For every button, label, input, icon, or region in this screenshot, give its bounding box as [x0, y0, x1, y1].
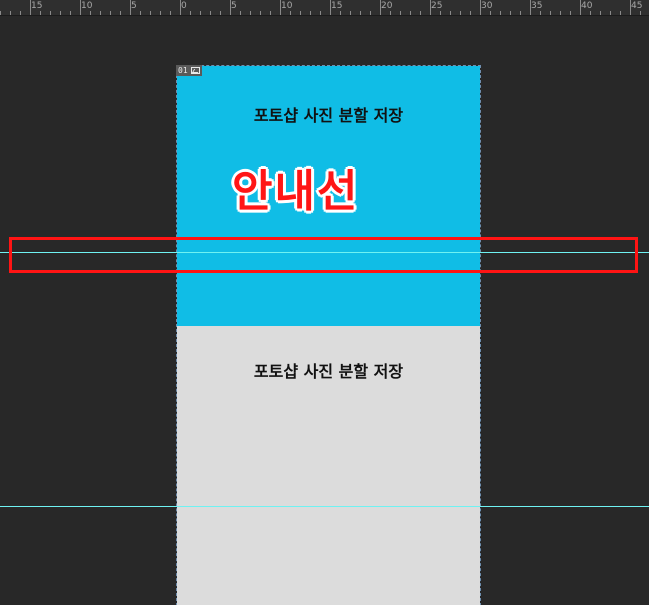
- bottom-slice-title: 포토샵 사진 분할 저장: [253, 362, 404, 381]
- guide-annotation-label: 안내선: [232, 166, 360, 217]
- bottom-slice[interactable]: 포토샵 사진 분할 저장: [177, 326, 480, 605]
- slice-number: 01: [178, 66, 188, 75]
- guide-highlight-box: [9, 237, 638, 273]
- ruler-label: 20: [381, 1, 393, 11]
- ruler-label: 0: [181, 1, 187, 11]
- ruler-label: 25: [431, 1, 443, 11]
- slice-number-badge: 01: [176, 65, 202, 76]
- image-slice-icon: [190, 67, 200, 74]
- ruler-label: 5: [231, 1, 237, 11]
- ruler-label: 15: [331, 1, 343, 11]
- ruler-label: 35: [531, 1, 543, 11]
- horizontal-guide-line[interactable]: [0, 506, 649, 507]
- ruler-label: 5: [131, 1, 137, 11]
- ruler-label: 10: [81, 1, 93, 11]
- document-artboard[interactable]: 01 포토샵 사진 분할 저장 포토샵 사진 분할 저장: [176, 65, 481, 605]
- ruler-label: 15: [31, 1, 43, 11]
- ruler-label: 30: [481, 1, 493, 11]
- ruler-label: 45: [631, 1, 643, 11]
- ruler-ticks: [0, 0, 641, 15]
- ruler-label: 10: [281, 1, 293, 11]
- horizontal-ruler[interactable]: 15 10 5 0 5 10 15 20 25 30 35 40 45: [0, 0, 649, 16]
- ruler-label: 40: [581, 1, 593, 11]
- top-slice-title: 포토샵 사진 분할 저장: [253, 106, 404, 125]
